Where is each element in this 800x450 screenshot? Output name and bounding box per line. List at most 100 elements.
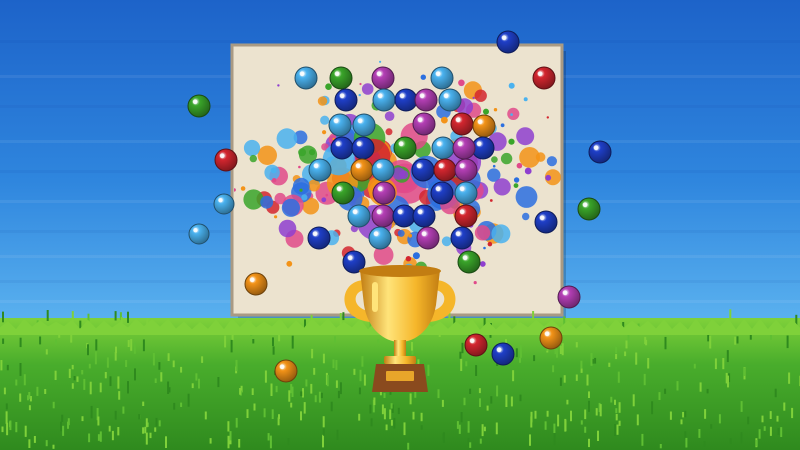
canvas-ball-lightblue	[352, 113, 376, 137]
ball-body	[368, 226, 392, 250]
paint-splat	[276, 128, 298, 149]
grass-blade	[588, 438, 590, 448]
grass-blade	[774, 388, 777, 398]
grass-blade	[481, 424, 484, 437]
grass-blade	[359, 369, 362, 382]
ball-highlight	[457, 141, 463, 147]
grass-blade	[580, 420, 583, 425]
paint-splat	[522, 212, 530, 221]
grass-blade	[90, 405, 93, 419]
grass-blade	[142, 339, 145, 352]
ball-highlight	[249, 277, 255, 283]
ball-highlight	[537, 71, 543, 77]
grass-blade	[747, 416, 750, 425]
ball-highlight	[398, 141, 404, 147]
grass-blade	[160, 372, 163, 382]
grass-blade	[133, 342, 136, 354]
grass-blade	[167, 353, 170, 361]
grass-blade	[442, 433, 445, 441]
grass-blade	[0, 360, 3, 371]
grass-blade	[271, 409, 274, 419]
flying-ball-magenta	[557, 285, 581, 309]
grass-blade	[239, 388, 242, 395]
ball-body	[334, 88, 358, 112]
ball-highlight	[352, 209, 358, 215]
grass-blade	[87, 344, 89, 356]
ball-body	[307, 226, 331, 250]
ball-highlight	[335, 141, 341, 147]
grass-blade	[73, 376, 76, 381]
ball-body	[351, 136, 375, 160]
ball-highlight	[312, 231, 318, 237]
grass-blade	[235, 359, 238, 372]
grass-blade	[475, 365, 478, 376]
ball-highlight	[459, 209, 465, 215]
grass-blade	[534, 410, 537, 419]
grass-blade	[505, 394, 508, 407]
grass-blade	[165, 436, 167, 448]
grass-blade	[546, 410, 549, 417]
ball-highlight	[355, 163, 361, 169]
ball-body	[454, 181, 478, 205]
grass-blade	[342, 312, 345, 321]
grass-blade	[463, 397, 466, 406]
grass-blade	[704, 409, 707, 419]
grass-blade	[336, 429, 339, 441]
grass-blade	[570, 410, 572, 422]
grass-blade	[130, 339, 133, 351]
ball-highlight	[462, 255, 468, 261]
ball-body	[188, 223, 210, 245]
grass-blade	[227, 421, 230, 432]
flying-ball-orange	[539, 326, 563, 350]
grass-blade	[277, 417, 280, 426]
grass-blade	[263, 408, 266, 418]
grass-blade	[127, 340, 130, 347]
grass-blade	[291, 335, 294, 349]
grass-blade	[94, 351, 97, 365]
grass-blade	[270, 383, 273, 396]
grass-blade	[291, 386, 294, 397]
ball-body	[394, 88, 418, 112]
grass-blade	[595, 408, 598, 416]
paint-splat	[243, 189, 264, 210]
ball-highlight	[544, 331, 550, 337]
ball-body	[491, 342, 515, 366]
paint-droplet	[274, 215, 278, 219]
grass-blade	[693, 363, 696, 369]
grass-blade	[381, 404, 384, 415]
paint-splat	[516, 127, 535, 146]
paint-splat	[292, 177, 310, 195]
grass-blade	[575, 374, 578, 381]
paint-splat	[507, 107, 520, 120]
grass-blade	[54, 370, 57, 380]
canvas-ball-lightblue	[294, 66, 318, 90]
grass-blade	[552, 365, 555, 373]
canvas-ball-magenta	[372, 181, 396, 205]
grass-blade	[313, 367, 316, 375]
paint-droplet	[458, 79, 465, 87]
ball-body	[274, 359, 298, 383]
trophy-shine	[372, 282, 378, 312]
grass-blade	[246, 409, 249, 418]
grass-blade	[680, 419, 683, 425]
canvas-ball-blue	[307, 226, 331, 250]
grass-blade	[369, 404, 372, 414]
grass-blade	[201, 356, 204, 363]
grass-blade	[198, 378, 200, 389]
ball-body	[588, 140, 612, 164]
grass-blade	[625, 340, 628, 349]
grass-blade	[269, 435, 272, 449]
grass-blade	[363, 374, 366, 386]
paint-droplet	[379, 60, 382, 63]
paint-droplet	[325, 193, 329, 197]
grass-blade	[515, 348, 518, 358]
grass-blade	[145, 418, 148, 428]
ball-body	[330, 136, 354, 160]
ball-highlight	[218, 198, 223, 203]
grass-blade	[645, 339, 648, 346]
grass-blade	[788, 372, 791, 384]
paint-splat	[535, 152, 546, 162]
grass-blade	[370, 418, 373, 427]
grass-blade	[15, 422, 18, 433]
paint-droplet	[321, 197, 327, 203]
